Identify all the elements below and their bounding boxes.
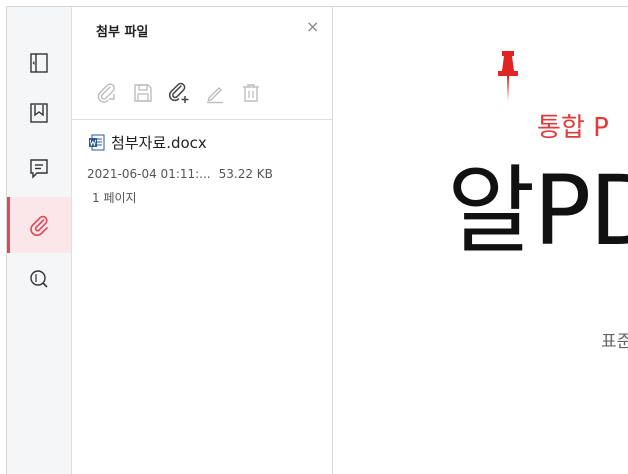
edit-description-icon	[207, 87, 223, 104]
search-icon	[30, 270, 48, 288]
rail-search-button[interactable]	[7, 253, 71, 305]
save-attachment-button[interactable]	[132, 82, 154, 104]
save-attachment-icon	[134, 84, 152, 102]
document-small-text: 표준	[601, 332, 628, 352]
thumbnails-icon	[30, 53, 48, 73]
side-rail	[7, 7, 72, 474]
open-attachment-button[interactable]	[96, 82, 118, 104]
bookmark-icon	[30, 103, 48, 123]
rail-comment-button[interactable]	[7, 142, 71, 194]
attachment-toolbar	[96, 79, 262, 107]
rail-bookmark-button[interactable]	[7, 87, 71, 139]
attachment-list-item[interactable]: 첨부자료.docx	[88, 132, 207, 153]
app-window: 첨부 파일 × 첨부자료.docx 2021-06-04 01:11:... 5…	[6, 6, 628, 474]
attachment-size: 53.22 KB	[218, 167, 273, 181]
document-subtitle: 통합 P	[537, 113, 609, 143]
rail-thumbnails-button[interactable]	[7, 37, 71, 89]
attachment-modified: 2021-06-04 01:11:...	[87, 167, 211, 181]
word-document-icon	[88, 134, 105, 151]
attachment-icon	[30, 215, 48, 236]
document-title: 알PD	[447, 155, 628, 267]
close-panel-button[interactable]: ×	[306, 19, 319, 35]
pushpin-icon	[493, 49, 523, 105]
document-view: 통합 P 알PD 표준	[333, 7, 628, 474]
rail-attachment-button[interactable]	[7, 197, 71, 253]
add-attachment-button[interactable]	[168, 82, 190, 104]
attachment-file-name: 첨부자료.docx	[111, 134, 207, 152]
attachments-panel: 첨부 파일 × 첨부자료.docx 2021-06-04 01:11:... 5…	[72, 7, 333, 474]
attachment-pages: 1 페이지	[92, 191, 137, 205]
open-attachment-icon	[97, 83, 115, 103]
comment-icon	[30, 159, 48, 179]
toolbar-divider	[72, 119, 332, 120]
panel-title: 첨부 파일	[96, 25, 149, 40]
delete-attachment-button[interactable]	[240, 82, 262, 104]
edit-description-button[interactable]	[204, 82, 226, 104]
add-attachment-icon	[168, 82, 189, 103]
attachment-meta: 2021-06-04 01:11:... 53.22 KB	[87, 167, 273, 181]
delete-attachment-icon	[243, 84, 259, 102]
